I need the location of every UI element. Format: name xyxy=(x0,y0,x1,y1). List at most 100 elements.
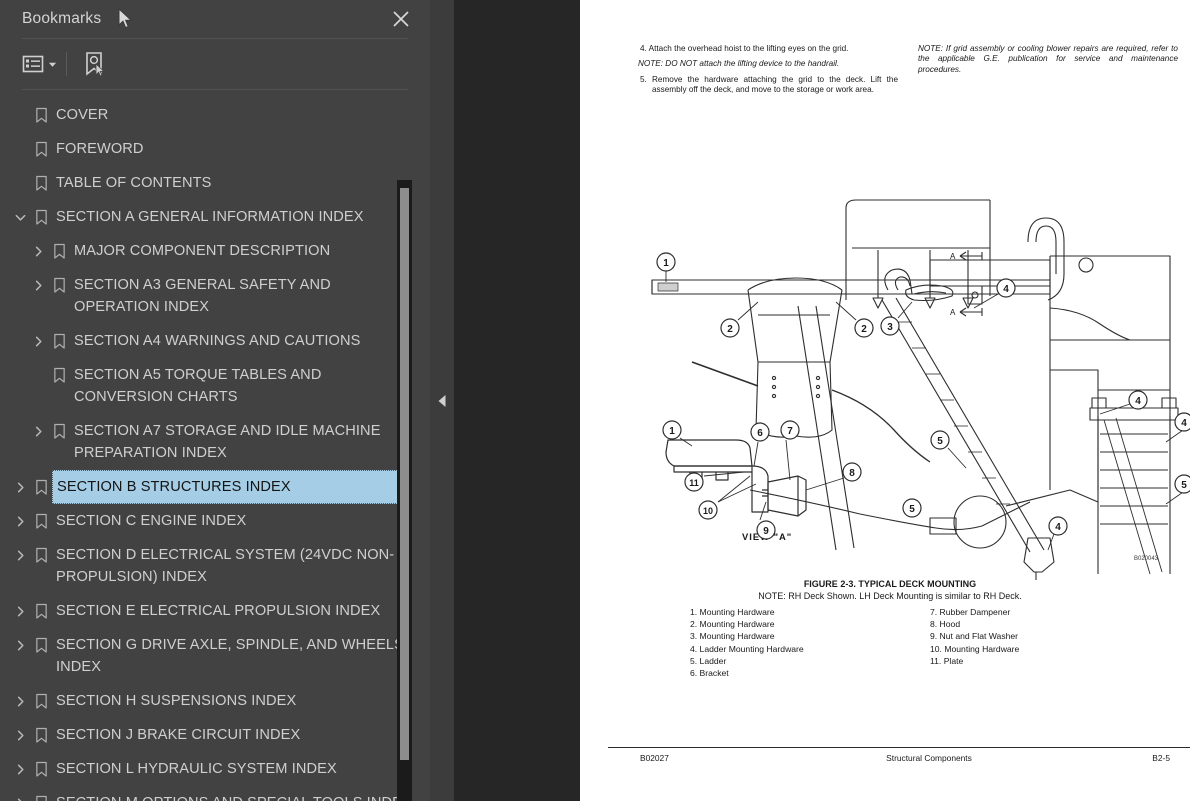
bookmark-icon xyxy=(48,358,70,392)
chevron-right-icon[interactable] xyxy=(10,538,30,572)
panel-splitter[interactable] xyxy=(430,0,580,801)
technical-illustration: VIEW "A" A A 1 2 2 3 4 4 4 5 5 4 5 1 6 7… xyxy=(630,190,1190,580)
bookmark-icon xyxy=(30,470,52,504)
bookmark-item-label: SECTION M OPTIONS AND SPECIAL TOOLS INDE… xyxy=(52,786,412,801)
bookmark-item-label: SECTION B STRUCTURES INDEX xyxy=(52,470,412,504)
svg-text:5: 5 xyxy=(909,504,915,515)
bookmark-icon xyxy=(48,324,70,358)
step-4-text: 4. Attach the overhead hoist to the lift… xyxy=(640,44,849,53)
bookmark-item-label: SECTION A7 STORAGE AND IDLE MACHINE PREP… xyxy=(74,423,381,461)
drawing-id-label: B020043 xyxy=(1134,556,1159,562)
bookmark-icon xyxy=(30,628,52,662)
bookmark-item-label: SECTION D ELECTRICAL SYSTEM (24VDC NON-P… xyxy=(56,547,395,585)
chevron-right-icon[interactable] xyxy=(28,324,48,358)
chevron-right-icon[interactable] xyxy=(10,594,30,628)
bookmark-item[interactable]: FOREWORD xyxy=(0,132,430,166)
bookmark-item[interactable]: SECTION E ELECTRICAL PROPULSION INDEX xyxy=(0,594,430,628)
svg-text:4: 4 xyxy=(1055,522,1061,533)
svg-text:4: 4 xyxy=(1181,418,1187,429)
bookmark-item[interactable]: SECTION B STRUCTURES INDEX xyxy=(0,470,430,504)
chevron-right-icon[interactable] xyxy=(10,628,30,662)
bookmark-item[interactable]: SECTION A7 STORAGE AND IDLE MACHINE PREP… xyxy=(0,414,430,470)
bookmarks-panel-header: Bookmarks xyxy=(0,0,430,38)
figure-legend: 1. Mounting Hardware 2. Mounting Hardware… xyxy=(690,606,1090,679)
chevron-right-icon[interactable] xyxy=(10,470,30,504)
chevron-right-icon[interactable] xyxy=(10,684,30,718)
footer-section-title: Structural Components xyxy=(886,753,972,763)
bookmark-item[interactable]: SECTION C ENGINE INDEX xyxy=(0,504,430,538)
bookmark-icon xyxy=(48,414,70,448)
bookmark-item[interactable]: SECTION H SUSPENSIONS INDEX xyxy=(0,684,430,718)
close-icon[interactable] xyxy=(390,8,412,30)
bookmark-item-label: FOREWORD xyxy=(56,141,144,157)
chevron-right-icon[interactable] xyxy=(28,268,48,302)
note-1-text: NOTE: DO NOT attach the lifting device t… xyxy=(638,59,840,69)
bookmark-item-label: SECTION A GENERAL INFORMATION INDEX xyxy=(56,209,364,225)
chevron-right-icon[interactable] xyxy=(10,504,30,538)
legend-item: 8. Hood xyxy=(930,619,961,630)
triangle-left-icon[interactable] xyxy=(434,381,450,421)
legend-item: 6. Bracket xyxy=(690,668,729,679)
bookmark-icon xyxy=(48,234,70,268)
figure-note: NOTE: RH Deck Shown. LH Deck Mounting is… xyxy=(758,591,1022,601)
bookmark-item[interactable]: SECTION G DRIVE AXLE, SPINDLE, AND WHEEL… xyxy=(0,628,430,684)
bookmark-item[interactable]: TABLE OF CONTENTS xyxy=(0,166,430,200)
svg-text:1: 1 xyxy=(669,426,675,437)
svg-text:6: 6 xyxy=(757,428,763,439)
bookmark-item[interactable]: SECTION A4 WARNINGS AND CAUTIONS xyxy=(0,324,430,358)
scrollbar-thumb[interactable] xyxy=(400,188,409,760)
bookmark-item[interactable]: SECTION J BRAKE CIRCUIT INDEX xyxy=(0,718,430,752)
bookmark-icon xyxy=(30,504,52,538)
note-2-text: NOTE: If grid assembly or cooling blower… xyxy=(918,44,1178,74)
svg-text:7: 7 xyxy=(787,426,793,437)
bookmark-item[interactable]: MAJOR COMPONENT DESCRIPTION xyxy=(0,234,430,268)
svg-text:4: 4 xyxy=(1003,284,1009,295)
bookmark-item-label: MAJOR COMPONENT DESCRIPTION xyxy=(74,243,331,259)
footer-divider xyxy=(608,747,1190,748)
section-mark-a-bottom: A xyxy=(950,308,956,317)
document-page[interactable]: 4. Attach the overhead hoist to the lift… xyxy=(580,0,1200,801)
bookmark-item[interactable]: SECTION A GENERAL INFORMATION INDEX xyxy=(0,200,430,234)
svg-text:2: 2 xyxy=(861,324,867,335)
bookmark-item[interactable]: SECTION M OPTIONS AND SPECIAL TOOLS INDE… xyxy=(0,786,430,801)
legend-item: 11. Plate xyxy=(930,655,964,666)
chevron-right-icon[interactable] xyxy=(10,786,30,801)
list-options-icon[interactable] xyxy=(18,49,60,79)
legend-item: 1. Mounting Hardware xyxy=(690,607,775,617)
bookmarks-scrollbar[interactable] xyxy=(397,180,412,801)
bookmark-icon xyxy=(48,268,70,302)
panel-title: Bookmarks xyxy=(22,10,102,27)
bookmark-icon xyxy=(30,594,52,628)
section-mark-a-top: A xyxy=(950,252,956,261)
bookmark-item[interactable]: COVER xyxy=(0,98,430,132)
bookmark-item-label: TABLE OF CONTENTS xyxy=(56,175,212,191)
pdf-viewer-window: Bookmarks COVER FOREWORD TABLE OF CONTEN… xyxy=(0,0,1200,801)
legend-item: 9. Nut and Flat Washer xyxy=(930,631,1019,642)
svg-text:8: 8 xyxy=(849,468,855,479)
deck-mounting-drawing: VIEW "A" A A 1 2 2 3 4 4 4 5 5 4 5 1 6 7… xyxy=(651,199,1190,580)
bookmark-item-label: SECTION L HYDRAULIC SYSTEM INDEX xyxy=(56,761,337,777)
bookmarks-tree: COVER FOREWORD TABLE OF CONTENTS SECTION A … xyxy=(0,90,430,801)
right-text-column: NOTE: If grid assembly or cooling blower… xyxy=(918,44,1178,101)
bookmark-item-label: SECTION G DRIVE AXLE, SPINDLE, AND WHEEL… xyxy=(56,637,404,675)
page-footer: B02027 Structural Components B2-5 xyxy=(608,753,1190,763)
chevron-down-icon[interactable] xyxy=(10,200,30,234)
new-bookmark-icon[interactable] xyxy=(79,49,109,79)
chevron-right-icon[interactable] xyxy=(28,234,48,268)
chevron-right-icon[interactable] xyxy=(28,414,48,448)
bookmark-item[interactable]: SECTION D ELECTRICAL SYSTEM (24VDC NON-P… xyxy=(0,538,430,594)
left-text-column: 4. Attach the overhead hoist to the lift… xyxy=(638,44,898,101)
bookmark-item[interactable]: SECTION A3 GENERAL SAFETY AND OPERATION … xyxy=(0,268,430,324)
splitter-strip[interactable] xyxy=(430,0,454,801)
svg-text:3: 3 xyxy=(887,322,893,333)
legend-item: 10. Mounting Hardware xyxy=(930,643,1020,654)
bookmark-item[interactable]: SECTION A5 TORQUE TABLES AND CONVERSION … xyxy=(0,358,430,414)
callout-bubbles: 1 2 2 3 4 4 4 5 5 4 5 1 6 7 8 9 10 11 xyxy=(656,252,1190,540)
svg-text:10: 10 xyxy=(703,506,713,516)
bookmark-icon xyxy=(30,718,52,752)
bookmark-item-label: COVER xyxy=(56,107,109,123)
chevron-right-icon[interactable] xyxy=(10,752,30,786)
bookmark-item[interactable]: SECTION L HYDRAULIC SYSTEM INDEX xyxy=(0,752,430,786)
chevron-right-icon[interactable] xyxy=(10,718,30,752)
svg-text:4: 4 xyxy=(1135,396,1141,407)
